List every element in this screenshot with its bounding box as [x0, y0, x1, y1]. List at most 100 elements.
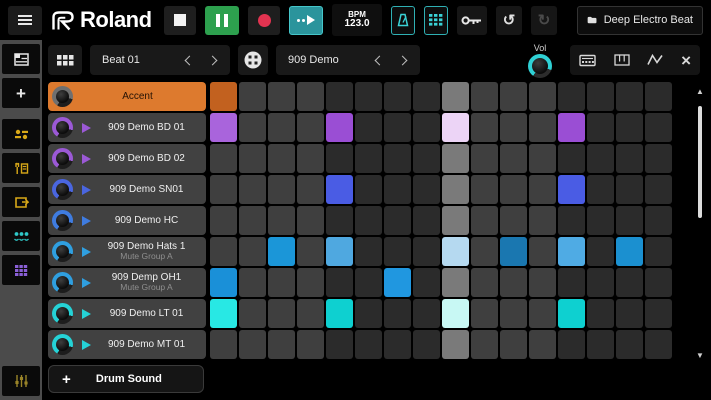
step-cell[interactable]: [355, 144, 382, 173]
step-cell[interactable]: [645, 144, 672, 173]
key-lock-button[interactable]: [457, 6, 487, 35]
step-cell[interactable]: [587, 268, 614, 297]
track-volume-knob[interactable]: [52, 272, 73, 293]
step-cell[interactable]: [616, 144, 643, 173]
play-icon[interactable]: [82, 216, 91, 226]
step-cell[interactable]: [471, 299, 498, 328]
sidebar-item-instruments[interactable]: [2, 119, 40, 149]
step-cell[interactable]: [239, 206, 266, 235]
step-cell[interactable]: [442, 268, 469, 297]
step-cell[interactable]: [529, 299, 556, 328]
step-cell[interactable]: [529, 113, 556, 142]
step-cell[interactable]: [210, 144, 237, 173]
step-cell[interactable]: [529, 330, 556, 359]
step-cell[interactable]: [442, 206, 469, 235]
step-cell[interactable]: [529, 144, 556, 173]
kit-next-icon[interactable]: [398, 55, 408, 65]
step-cell[interactable]: [326, 206, 353, 235]
step-cell[interactable]: [384, 144, 411, 173]
track-header[interactable]: 909 Demo LT 01: [48, 299, 206, 328]
step-cell[interactable]: [471, 330, 498, 359]
step-cell[interactable]: [471, 237, 498, 266]
close-icon[interactable]: ×: [681, 52, 691, 69]
step-cell[interactable]: [500, 113, 527, 142]
step-cell[interactable]: [645, 237, 672, 266]
step-cell[interactable]: [616, 299, 643, 328]
step-cell[interactable]: [500, 330, 527, 359]
step-cell[interactable]: [471, 206, 498, 235]
step-cell[interactable]: [442, 237, 469, 266]
step-cell[interactable]: [645, 175, 672, 204]
step-cell[interactable]: [529, 175, 556, 204]
keyboard-icon[interactable]: [614, 54, 630, 66]
step-cell[interactable]: [297, 82, 324, 111]
track-volume-knob[interactable]: [52, 241, 73, 262]
stop-button[interactable]: [164, 6, 196, 35]
step-cell[interactable]: [500, 206, 527, 235]
step-cell[interactable]: [558, 113, 585, 142]
step-cell[interactable]: [326, 268, 353, 297]
track-header[interactable]: 909 Demo MT 01: [48, 330, 206, 359]
step-cell[interactable]: [413, 237, 440, 266]
play-icon[interactable]: [82, 154, 91, 164]
track-header[interactable]: 909 Demo HC: [48, 206, 206, 235]
step-cell[interactable]: [268, 330, 295, 359]
step-cell[interactable]: [587, 144, 614, 173]
play-icon[interactable]: [82, 309, 91, 319]
step-cell[interactable]: [239, 175, 266, 204]
redo-button[interactable]: ↻: [531, 6, 557, 35]
step-cell[interactable]: [471, 175, 498, 204]
scroll-down-icon[interactable]: ▼: [696, 352, 704, 360]
step-cell[interactable]: [268, 206, 295, 235]
track-volume-knob[interactable]: [52, 148, 73, 169]
step-cell[interactable]: [384, 237, 411, 266]
step-cell[interactable]: [326, 113, 353, 142]
play-icon[interactable]: [82, 185, 91, 195]
step-cell[interactable]: [384, 268, 411, 297]
pattern-overview-button[interactable]: [48, 45, 82, 75]
step-cell[interactable]: [558, 237, 585, 266]
step-cell[interactable]: [587, 330, 614, 359]
step-cell[interactable]: [413, 268, 440, 297]
track-volume-knob[interactable]: [52, 334, 73, 355]
step-cell[interactable]: [297, 175, 324, 204]
step-cell[interactable]: [616, 206, 643, 235]
track-header[interactable]: 909 Demp OH1Mute Group A: [48, 268, 206, 297]
step-cell[interactable]: [268, 237, 295, 266]
pause-button[interactable]: [205, 6, 239, 35]
track-volume-knob[interactable]: [52, 303, 73, 324]
step-cell[interactable]: [616, 330, 643, 359]
step-cell[interactable]: [558, 330, 585, 359]
step-cell[interactable]: [442, 113, 469, 142]
step-cell[interactable]: [616, 113, 643, 142]
step-cell[interactable]: [239, 299, 266, 328]
step-cell[interactable]: [645, 330, 672, 359]
sidebar-item-pads[interactable]: [2, 221, 40, 251]
step-cell[interactable]: [645, 113, 672, 142]
sidebar-item-pattern-grid[interactable]: [2, 255, 40, 285]
step-cell[interactable]: [326, 175, 353, 204]
step-cell[interactable]: [413, 144, 440, 173]
step-cell[interactable]: [239, 82, 266, 111]
step-cell[interactable]: [413, 175, 440, 204]
track-header[interactable]: 909 Demo SN01: [48, 175, 206, 204]
step-cell[interactable]: [413, 299, 440, 328]
step-cell[interactable]: [587, 82, 614, 111]
step-cell[interactable]: [616, 175, 643, 204]
step-cell[interactable]: [558, 144, 585, 173]
step-cell[interactable]: [413, 330, 440, 359]
step-cell[interactable]: [471, 82, 498, 111]
scroll-up-icon[interactable]: ▲: [696, 88, 704, 96]
scrollbar-thumb[interactable]: [698, 106, 702, 218]
step-cell[interactable]: [384, 113, 411, 142]
track-volume-knob[interactable]: [52, 86, 73, 107]
step-cell[interactable]: [384, 82, 411, 111]
step-cell[interactable]: [587, 113, 614, 142]
step-cell[interactable]: [210, 82, 237, 111]
step-cell[interactable]: [558, 268, 585, 297]
step-cell[interactable]: [529, 82, 556, 111]
step-cell[interactable]: [355, 175, 382, 204]
play-icon[interactable]: [82, 340, 91, 350]
step-cell[interactable]: [413, 113, 440, 142]
step-cell[interactable]: [500, 268, 527, 297]
